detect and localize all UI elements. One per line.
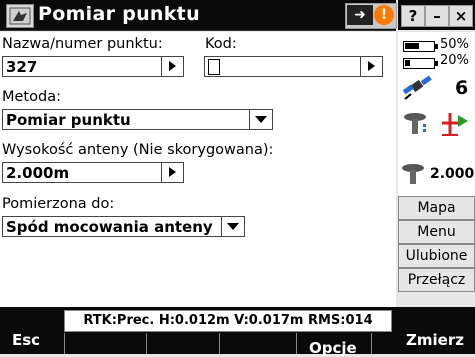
battery-1-icon[interactable] bbox=[403, 41, 438, 52]
close-button[interactable]: × bbox=[449, 5, 473, 27]
menu-button[interactable]: Menu bbox=[398, 220, 475, 244]
satellite-icon[interactable] bbox=[401, 72, 435, 106]
point-name-value: 327 bbox=[6, 58, 38, 76]
esc-button[interactable]: Esc bbox=[12, 331, 40, 349]
battery-2-percent: 20% bbox=[440, 53, 469, 68]
point-name-arrow-button[interactable] bbox=[161, 57, 183, 76]
options-button[interactable]: Opcje bbox=[309, 339, 357, 357]
antenna-height-field[interactable]: 2.000m bbox=[2, 162, 184, 183]
antenna-height-label: Wysokość anteny (Nie skorygowana): bbox=[2, 142, 274, 158]
antenna-height-icon[interactable] bbox=[401, 162, 429, 190]
measured-to-label: Pomierzona do: bbox=[2, 196, 115, 212]
softkey-divider bbox=[64, 333, 65, 354]
softkey-divider bbox=[371, 333, 372, 354]
antenna-height-status: 2.000 bbox=[430, 166, 475, 182]
method-dropdown-button[interactable] bbox=[249, 110, 272, 129]
app-menu-icon[interactable] bbox=[6, 4, 34, 28]
page-title: Pomiar punktu bbox=[38, 3, 200, 25]
measured-to-dropdown-button[interactable] bbox=[221, 217, 244, 236]
code-arrow-button[interactable] bbox=[360, 57, 382, 76]
point-name-field[interactable]: 327 bbox=[2, 56, 184, 77]
map-button[interactable]: Mapa bbox=[398, 196, 475, 220]
rtk-status-line: RTK:Prec. H:0.012m V:0.017m RMS:014 bbox=[64, 310, 392, 332]
code-list-icon bbox=[208, 59, 220, 75]
antenna-height-arrow-button[interactable] bbox=[161, 163, 183, 182]
switch-button[interactable]: Przełącz bbox=[398, 268, 475, 292]
battery-1-percent: 50% bbox=[440, 37, 469, 52]
favorites-button[interactable]: Ulubione bbox=[398, 244, 475, 268]
point-name-label: Nazwa/numer punktu: bbox=[2, 36, 163, 52]
measured-to-dropdown[interactable]: Spód mocowania anteny bbox=[2, 216, 245, 237]
warning-icon[interactable]: ! bbox=[374, 5, 394, 25]
rtk-receiver-icon[interactable] bbox=[403, 110, 437, 142]
title-bar: Pomiar punktu ➜ ! bbox=[0, 0, 397, 31]
method-label: Metoda: bbox=[2, 89, 61, 105]
window-controls: ? – × bbox=[398, 0, 475, 30]
measure-point-form: Nazwa/numer punktu: Kod: 327 Metoda: Pom… bbox=[0, 32, 396, 308]
status-panel: 50% 20% 6 2.000 bbox=[398, 32, 475, 212]
method-dropdown[interactable]: Pomiar punktu bbox=[2, 109, 273, 130]
code-label: Kod: bbox=[205, 36, 237, 52]
code-field[interactable] bbox=[204, 56, 383, 77]
title-status-group: ➜ ! bbox=[345, 3, 397, 29]
satellite-count: 6 bbox=[455, 77, 469, 99]
method-value: Pomiar punktu bbox=[6, 111, 131, 129]
softkey-divider bbox=[219, 333, 220, 354]
export-arrow-icon[interactable]: ➜ bbox=[347, 5, 373, 25]
help-button[interactable]: ? bbox=[401, 5, 425, 27]
softkey-divider bbox=[146, 333, 147, 354]
antenna-height-value: 2.000m bbox=[6, 164, 70, 182]
radio-link-icon[interactable] bbox=[438, 109, 472, 143]
measure-button[interactable]: Zmierz bbox=[406, 331, 464, 349]
battery-2-icon[interactable] bbox=[403, 58, 438, 69]
minimize-button[interactable]: – bbox=[425, 5, 449, 27]
measured-to-value: Spód mocowania anteny bbox=[6, 218, 213, 236]
softkey-divider bbox=[296, 333, 297, 354]
